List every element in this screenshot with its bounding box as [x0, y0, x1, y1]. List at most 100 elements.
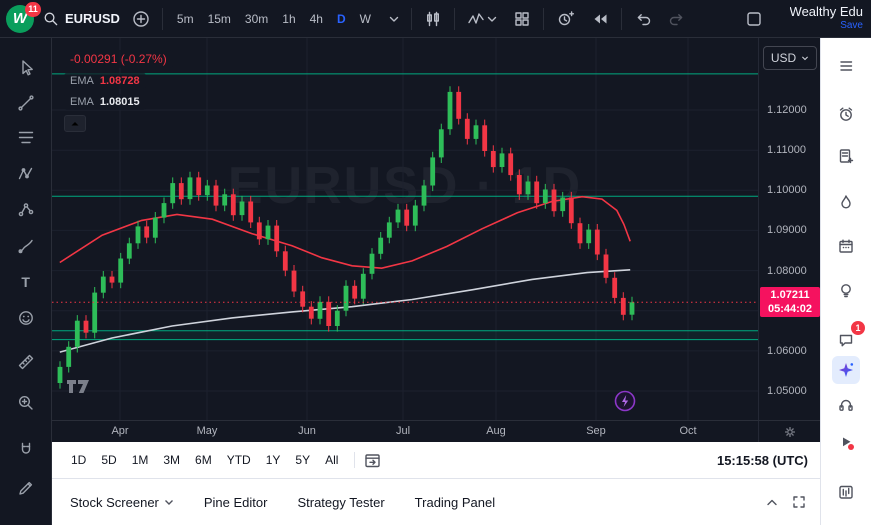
month-label-May[interactable]: May	[192, 425, 222, 437]
help-support-button[interactable]	[832, 390, 860, 418]
tab-stock-screener[interactable]: Stock Screener	[70, 495, 174, 510]
month-label-Apr[interactable]: Apr	[105, 425, 135, 437]
pattern-tool-button[interactable]	[12, 160, 40, 188]
maximize-panel-button[interactable]	[792, 495, 806, 509]
timeframe-1h[interactable]: 1h	[276, 8, 301, 30]
calendar-button[interactable]	[832, 232, 860, 260]
collapse-legend-button[interactable]	[64, 115, 86, 132]
alerts-button[interactable]	[832, 100, 860, 128]
time-axis[interactable]: Apr May Jun Jul Aug Sep Oct	[52, 420, 820, 442]
timeframe-4h[interactable]: 4h	[304, 8, 329, 30]
account-menu[interactable]: Wealthy Edu Save	[777, 5, 863, 31]
price-tick: 1.11000	[767, 144, 806, 156]
timeframe-15m[interactable]: 15m	[202, 8, 237, 30]
range-3M[interactable]: 3M	[156, 449, 187, 471]
watchlist-button[interactable]	[832, 52, 860, 80]
toolbar-separator	[621, 8, 622, 30]
axis-settings-corner[interactable]	[758, 421, 820, 442]
chevron-up-icon	[70, 120, 80, 128]
month-label-Jun[interactable]: Jun	[292, 425, 322, 437]
chevron-down-icon	[487, 15, 497, 23]
prediction-tool-button[interactable]	[12, 196, 40, 224]
grid-layout-icon	[513, 10, 531, 28]
brand-logo[interactable]: W 11	[6, 5, 34, 33]
range-1D[interactable]: 1D	[64, 449, 93, 471]
emoji-tool-button[interactable]	[12, 304, 40, 332]
plus-circle-icon	[132, 10, 150, 28]
utc-clock[interactable]: 15:15:58 (UTC)	[717, 453, 810, 468]
chart-legend: -0.00291 (-0.27%) EMA 1.08728 EMA 1.0801…	[64, 50, 173, 132]
month-label-Jul[interactable]: Jul	[388, 425, 418, 437]
month-label-Sep[interactable]: Sep	[581, 425, 611, 437]
price-tick: 1.09000	[767, 224, 807, 236]
timeframe-W[interactable]: W	[354, 8, 377, 30]
drawing-mode-button[interactable]	[12, 474, 40, 502]
range-1M[interactable]: 1M	[125, 449, 156, 471]
timeframe-menu-caret[interactable]	[385, 11, 403, 27]
journal-button[interactable]	[832, 142, 860, 170]
measure-tool-button[interactable]	[12, 348, 40, 376]
tradingview-logo[interactable]	[66, 376, 100, 401]
indicators-button[interactable]	[463, 6, 501, 32]
ema-value: 1.08728	[100, 75, 140, 87]
redo-button[interactable]	[664, 6, 690, 32]
month-label-Oct[interactable]: Oct	[673, 425, 703, 437]
range-5Y[interactable]: 5Y	[288, 449, 317, 471]
price-tick: 1.12000	[767, 104, 807, 116]
replay-rewind-icon	[591, 10, 609, 28]
undo-arrow-icon	[634, 10, 652, 28]
undo-button[interactable]	[630, 6, 656, 32]
chart-panel: EURUSD · 1D -0.00291 (-0.27%) EMA 1.0872…	[52, 38, 820, 525]
lightbulb-icon	[837, 281, 855, 299]
go-to-date-button[interactable]	[364, 452, 381, 469]
bar-countdown: 05:44:02	[760, 302, 820, 316]
month-label-Aug[interactable]: Aug	[481, 425, 511, 437]
chart-plot[interactable]: EURUSD · 1D -0.00291 (-0.27%) EMA 1.0872…	[52, 38, 758, 420]
save-link[interactable]: Save	[840, 20, 863, 32]
script-badge-icon[interactable]	[614, 390, 636, 417]
alert-button[interactable]	[552, 6, 579, 32]
cursor-tool-button[interactable]	[12, 54, 40, 82]
tab-strategy-tester[interactable]: Strategy Tester	[297, 495, 384, 510]
timeframe-30m[interactable]: 30m	[239, 8, 274, 30]
symbol-search[interactable]: EURUSD	[42, 10, 120, 27]
tab-pine-editor[interactable]: Pine Editor	[204, 495, 268, 510]
currency-selector[interactable]: USD	[763, 46, 817, 70]
chevron-down-icon	[801, 55, 809, 61]
brush-tool-button[interactable]	[12, 232, 40, 260]
collapse-panel-button[interactable]	[766, 495, 778, 509]
streams-button[interactable]	[832, 428, 860, 456]
price-axis[interactable]: USD 1.120001.110001.100001.090001.080001…	[758, 38, 820, 420]
chevron-down-icon	[164, 498, 174, 506]
hotlists-button[interactable]	[832, 188, 860, 216]
journal-plus-icon	[837, 147, 855, 165]
fib-tool-button[interactable]	[12, 124, 40, 152]
detached-chart-button[interactable]	[832, 478, 860, 506]
bottom-panel-tabs: Stock Screener Pine Editor Strategy Test…	[52, 478, 820, 525]
magnet-icon	[16, 440, 36, 460]
ideas-button[interactable]	[832, 276, 860, 304]
ai-assistant-button[interactable]	[832, 356, 860, 384]
range-5D[interactable]: 5D	[94, 449, 123, 471]
magnet-tool-button[interactable]	[12, 436, 40, 464]
chart-type-button[interactable]	[420, 6, 446, 32]
range-1Y[interactable]: 1Y	[259, 449, 288, 471]
layout-grid-button[interactable]	[509, 6, 535, 32]
layout-select-button[interactable]	[741, 6, 767, 32]
go-to-date-icon	[364, 452, 381, 469]
compare-add-button[interactable]	[128, 6, 154, 32]
trend-line-tool-button[interactable]	[12, 89, 40, 117]
chat-button[interactable]: 1	[832, 326, 860, 354]
ema-row-2[interactable]: EMA 1.08015	[64, 94, 146, 110]
replay-button[interactable]	[587, 6, 613, 32]
price-tick: 1.08000	[767, 265, 807, 277]
text-tool-button[interactable]: T	[12, 268, 40, 296]
zoom-tool-button[interactable]	[12, 389, 40, 417]
range-6M[interactable]: 6M	[188, 449, 219, 471]
timeframe-5m[interactable]: 5m	[171, 8, 200, 30]
tab-trading-panel[interactable]: Trading Panel	[415, 495, 495, 510]
ema-row-1[interactable]: EMA 1.08728	[64, 73, 146, 89]
timeframe-D[interactable]: D	[331, 8, 352, 30]
range-All[interactable]: All	[318, 449, 345, 471]
range-YTD[interactable]: YTD	[220, 449, 258, 471]
